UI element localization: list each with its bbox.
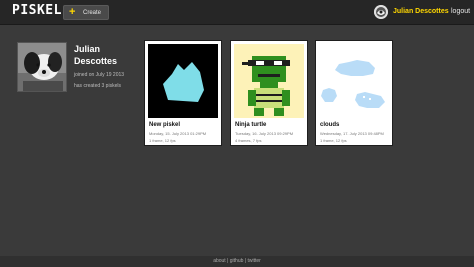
- top-bar: PISKEL + Create Julian Descottes logout: [0, 0, 474, 25]
- piskel-card[interactable]: clouds Wednesday, 17. July 2013 09:48PM …: [315, 40, 393, 146]
- piskel-date: Wednesday, 17. July 2013 09:48PM: [320, 131, 384, 136]
- user-name-link[interactable]: Julian Descottes: [393, 8, 449, 15]
- piskel-date: Monday, 15. July 2013 01:29PM: [149, 131, 207, 136]
- piskel-thumbnail[interactable]: [234, 44, 304, 118]
- piskel-frames: 1 frame, 12 fps: [149, 138, 176, 143]
- piskel-card[interactable]: New piskel Monday, 15. July 2013 01:29PM…: [144, 40, 222, 146]
- piskel-thumbnail[interactable]: [148, 44, 218, 118]
- piskel-frames: 1 frame, 12 fps: [320, 138, 347, 143]
- piskel-date: Tuesday, 16. July 2013 09:29PM: [235, 131, 294, 136]
- logout-link[interactable]: logout: [451, 8, 470, 15]
- plus-icon: +: [69, 6, 76, 18]
- footer-links[interactable]: about | github | twitter: [0, 256, 474, 267]
- piskel-thumbnail[interactable]: [319, 44, 389, 118]
- user-avatar-icon[interactable]: [374, 5, 388, 19]
- piskel-card[interactable]: Ninja turtle Tuesday, 16. July 2013 09:2…: [230, 40, 308, 146]
- piskel-logo[interactable]: PISKEL: [12, 3, 62, 18]
- piskel-title[interactable]: Ninja turtle: [235, 122, 266, 128]
- profile-name: Julian Descottes: [74, 44, 118, 66]
- profile-created-count: has created 3 piskels: [74, 83, 121, 89]
- profile-avatar: [17, 42, 67, 92]
- profile-joined: joined on July 19 2013: [74, 72, 125, 78]
- create-button-label: Create: [83, 10, 102, 16]
- create-button[interactable]: + Create: [63, 5, 109, 20]
- piskel-title[interactable]: New piskel: [149, 122, 180, 128]
- piskel-frames: 4 frames, 7 fps: [235, 138, 262, 143]
- piskel-title[interactable]: clouds: [320, 122, 339, 128]
